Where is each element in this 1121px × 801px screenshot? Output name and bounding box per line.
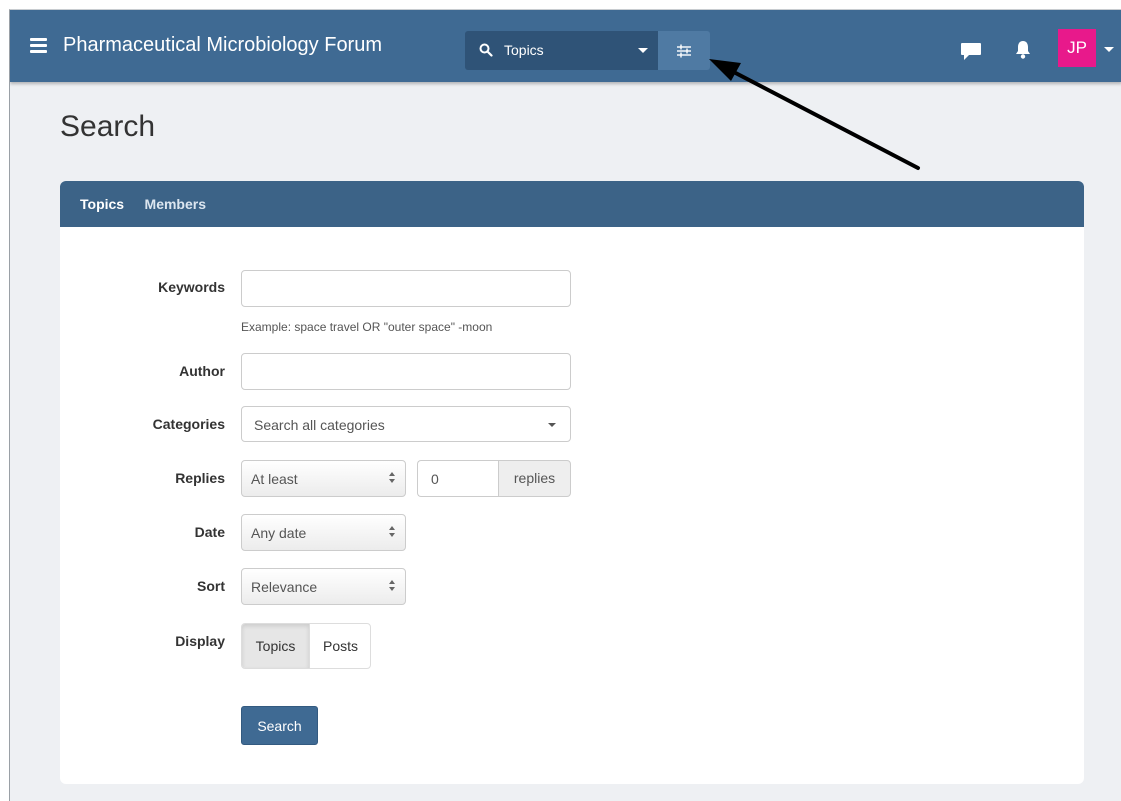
annotation-arrow bbox=[709, 59, 920, 170]
